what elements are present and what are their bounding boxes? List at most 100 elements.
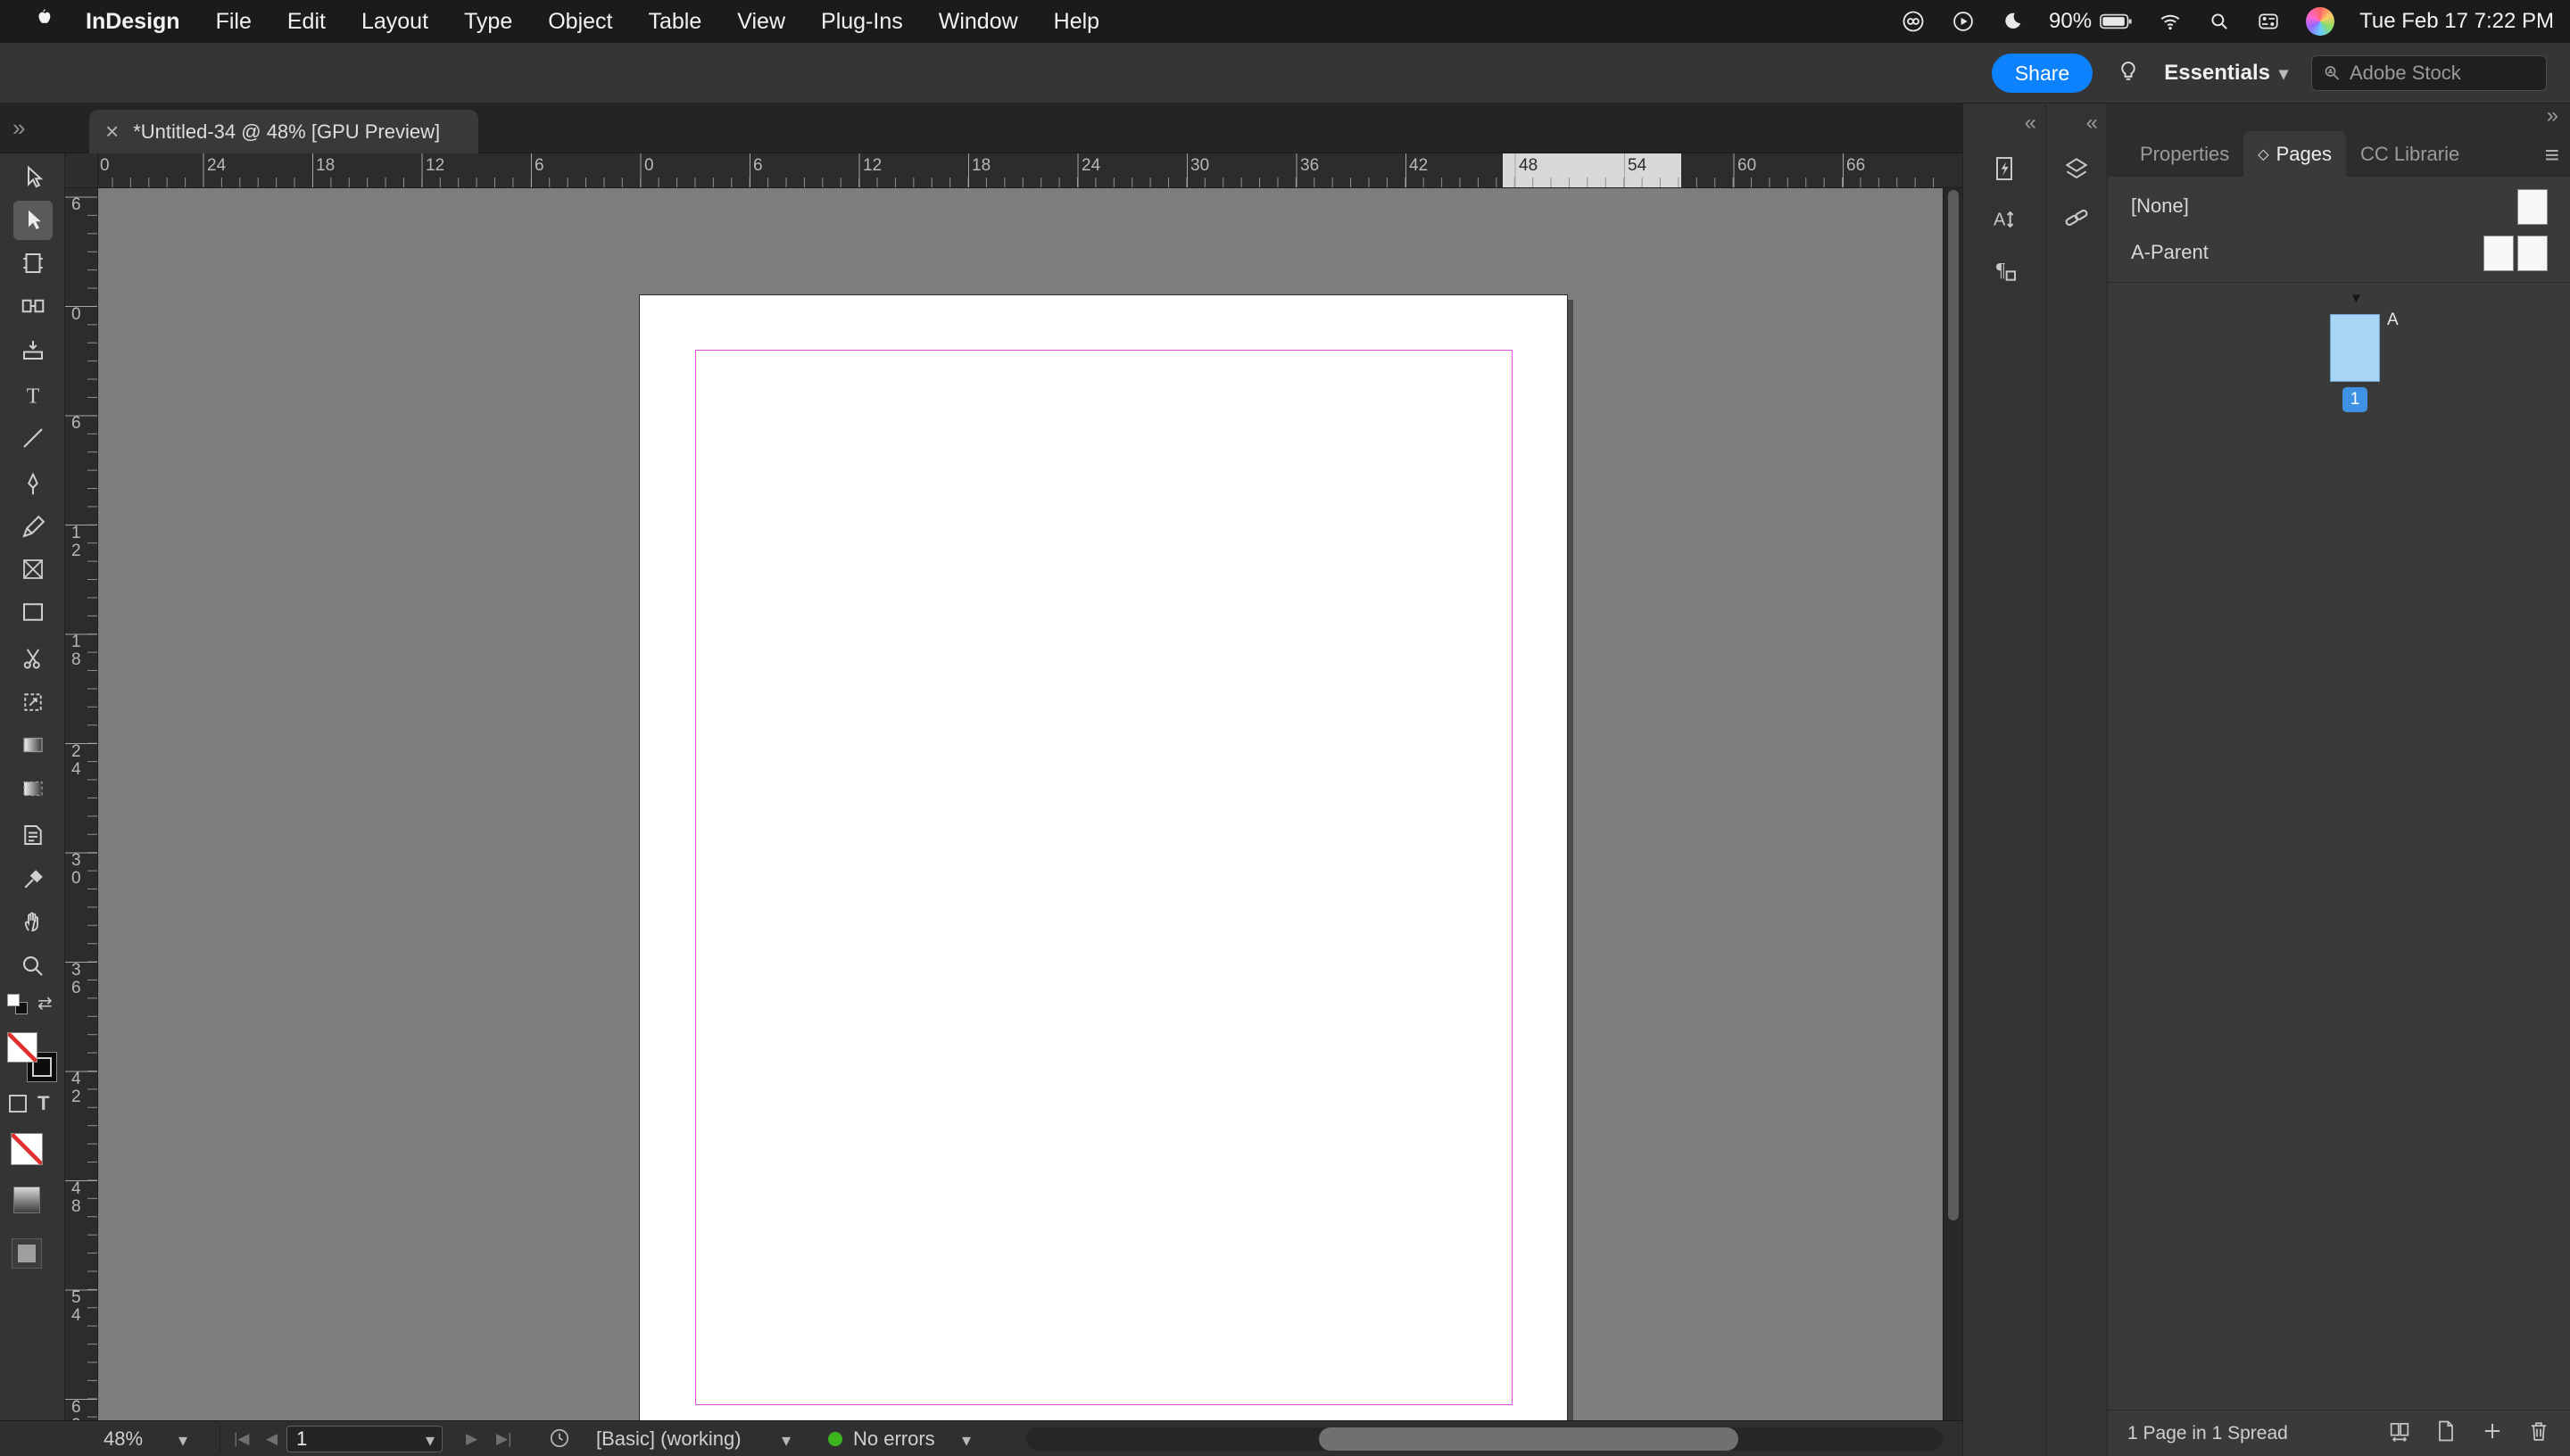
preflight-profile-dropdown-icon[interactable]: ▾ (782, 1429, 791, 1452)
preflight-profile[interactable]: [Basic] (working) (596, 1427, 742, 1451)
direct-selection-tool[interactable] (13, 201, 53, 240)
document-canvas[interactable] (98, 188, 1943, 1420)
zoom-dropdown-icon[interactable]: ▾ (178, 1429, 187, 1452)
adjust-layout-panel-icon[interactable]: A (1985, 200, 2024, 239)
menu-type[interactable]: Type (446, 9, 530, 35)
content-collector-tool[interactable] (13, 330, 53, 369)
ruler-origin-corner[interactable] (65, 153, 98, 188)
formatting-affects-text-icon[interactable]: T (37, 1092, 49, 1115)
collapse-strip-icon[interactable]: « (2025, 111, 2036, 136)
delete-page-icon[interactable] (2526, 1419, 2551, 1448)
screen-mode-button[interactable] (12, 1238, 42, 1269)
close-tab-icon[interactable]: × (105, 118, 119, 145)
next-page-button[interactable]: ▶ (466, 1430, 477, 1448)
menu-table[interactable]: Table (631, 9, 720, 35)
document-tab[interactable]: × *Untitled-34 @ 48% [GPU Preview] (89, 110, 478, 153)
document-page[interactable] (639, 294, 1568, 1420)
layers-panel-icon[interactable] (2057, 149, 2096, 188)
eyedropper-tool[interactable] (13, 860, 53, 899)
spotlight-search-icon[interactable] (2208, 10, 2231, 33)
last-page-button[interactable]: ▶| (496, 1430, 512, 1448)
vertical-ruler[interactable]: 6061 21 82 43 03 64 24 85 46 0 (65, 188, 98, 1420)
menu-file[interactable]: File (198, 9, 269, 35)
page-number-badge[interactable]: 1 (2342, 387, 2367, 412)
page-dropdown-icon[interactable]: ▾ (426, 1429, 435, 1452)
hand-tool[interactable] (13, 902, 53, 941)
tools-expand-icon[interactable]: » (12, 114, 25, 142)
edit-page-size-icon[interactable] (2387, 1419, 2412, 1448)
menu-layout[interactable]: Layout (344, 9, 446, 35)
vertical-scrollbar-thumb[interactable] (1948, 190, 1959, 1220)
page-number-input[interactable] (296, 1427, 403, 1451)
gradient-feather-tool[interactable] (13, 769, 53, 808)
links-panel-icon[interactable] (2057, 198, 2096, 237)
pencil-tool[interactable] (13, 508, 53, 547)
h-ruler-label: 6 (753, 156, 763, 176)
expand-dock-icon[interactable]: » (2547, 103, 2558, 128)
apply-gradient-button[interactable] (13, 1187, 40, 1213)
menu-window[interactable]: Window (921, 9, 1036, 35)
swap-fill-stroke-icon[interactable]: ⇄ (37, 992, 53, 1014)
menu-plugins[interactable]: Plug-Ins (803, 9, 921, 35)
line-tool[interactable] (13, 418, 53, 458)
workspace-switcher[interactable]: Essentials ▾ (2164, 61, 2288, 86)
new-page-icon[interactable] (2480, 1419, 2505, 1448)
master-row-none[interactable]: [None] (2108, 184, 2570, 230)
preflight-status[interactable]: No errors (853, 1427, 935, 1451)
menubar-app-name[interactable]: InDesign (71, 9, 198, 35)
stock-search-input[interactable] (2350, 62, 2519, 85)
menu-view[interactable]: View (719, 9, 803, 35)
first-page-button[interactable]: |◀ (234, 1430, 250, 1448)
preflight-clock-icon[interactable] (548, 1427, 571, 1455)
screen-record-icon[interactable] (1951, 9, 1976, 34)
focus-moon-icon[interactable] (2001, 10, 2024, 33)
page-number-field[interactable]: ▾ (286, 1426, 443, 1452)
zoom-tool[interactable] (13, 947, 53, 986)
panel-menu-icon[interactable]: ≡ (2545, 141, 2559, 170)
rectangle-tool[interactable] (13, 592, 53, 632)
menu-object[interactable]: Object (530, 9, 630, 35)
tab-properties[interactable]: Properties (2126, 131, 2243, 177)
default-fill-stroke-icon[interactable] (7, 994, 30, 1017)
tab-cc-libraries[interactable]: CC Librarie (2346, 131, 2474, 177)
tab-pages[interactable]: ◇ Pages (2243, 131, 2346, 177)
pen-tool[interactable] (13, 465, 53, 504)
gap-tool[interactable] (13, 286, 53, 326)
battery-indicator[interactable]: 90% (2049, 9, 2133, 34)
page-1-thumbnail[interactable] (2330, 314, 2380, 382)
menu-help[interactable]: Help (1036, 9, 1117, 35)
adobe-stock-search[interactable] (2311, 55, 2547, 91)
selection-tool[interactable] (13, 158, 53, 197)
collapse-strip-icon[interactable]: « (2086, 111, 2098, 136)
lightbulb-icon[interactable] (2116, 57, 2141, 90)
fill-swatch-none[interactable] (7, 1032, 37, 1063)
wifi-icon[interactable] (2158, 10, 2183, 33)
gradient-swatch-tool[interactable] (13, 725, 53, 765)
master-row-a-parent[interactable]: A-Parent (2108, 230, 2570, 277)
menubar-clock[interactable]: Tue Feb 17 7:22 PM (2359, 9, 2554, 34)
creative-cloud-icon[interactable] (1901, 9, 1926, 34)
user-avatar[interactable] (2306, 7, 2334, 36)
menu-edit[interactable]: Edit (269, 9, 344, 35)
horizontal-scrollbar-thumb[interactable] (1319, 1427, 1738, 1451)
scissors-tool[interactable] (13, 639, 53, 678)
apple-menu-icon[interactable] (16, 7, 71, 37)
share-button[interactable]: Share (1992, 54, 2093, 93)
vertical-scrollbar[interactable] (1943, 188, 1962, 1420)
type-tool[interactable]: T (13, 376, 53, 416)
formatting-affects-container-icon[interactable] (9, 1095, 27, 1113)
new-spread-icon[interactable] (2433, 1419, 2458, 1448)
paragraph-styles-panel-icon[interactable]: ¶ (1985, 251, 2024, 290)
page-tool[interactable] (13, 244, 53, 283)
apply-none-button[interactable] (11, 1133, 43, 1165)
control-center-icon[interactable] (2256, 10, 2281, 33)
export-panel-icon[interactable] (1985, 149, 2024, 188)
horizontal-ruler[interactable]: 024181260612182430364248546066 (98, 153, 1943, 188)
rectangle-frame-tool[interactable] (13, 550, 53, 589)
zoom-level[interactable]: 48% (104, 1427, 143, 1451)
preflight-status-dropdown-icon[interactable]: ▾ (962, 1429, 971, 1452)
horizontal-scrollbar[interactable] (1026, 1427, 1943, 1451)
free-transform-tool[interactable] (13, 682, 53, 722)
note-tool[interactable] (13, 815, 53, 855)
prev-page-button[interactable]: ◀ (266, 1430, 278, 1448)
